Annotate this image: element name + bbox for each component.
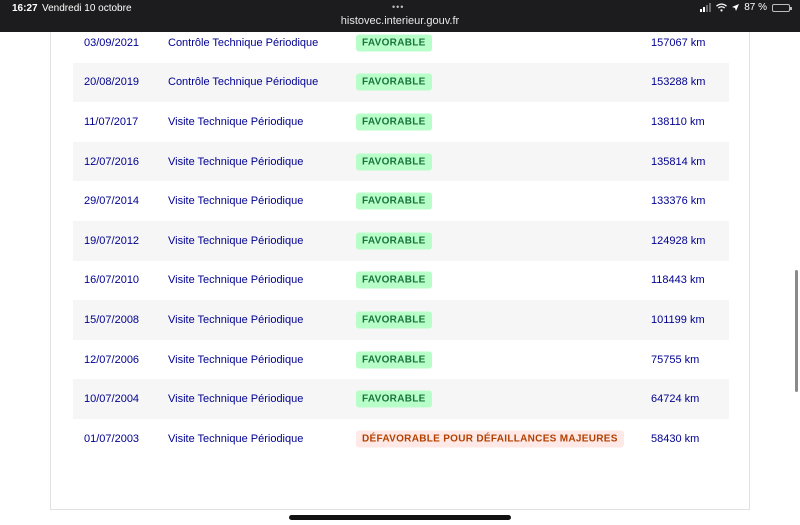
result-cell: FAVORABLE xyxy=(356,153,432,171)
mileage: 135814 km xyxy=(651,155,706,168)
inspection-type: Visite Technique Périodique xyxy=(168,393,304,406)
inspection-type: Visite Technique Périodique xyxy=(168,274,304,287)
result-badge: FAVORABLE xyxy=(356,192,432,210)
home-indicator[interactable] xyxy=(289,515,511,520)
status-time: 16:27 xyxy=(12,3,38,14)
result-cell: FAVORABLE xyxy=(356,232,432,250)
inspection-date: 12/07/2016 xyxy=(84,155,140,168)
table-row: 01/07/2003 Visite Technique Périodique 584… xyxy=(73,419,729,459)
result-cell: FAVORABLE xyxy=(356,311,432,329)
result-cell: FAVORABLE xyxy=(356,113,432,131)
inspection-date: 10/07/2004 xyxy=(84,393,140,406)
table-row: 03/09/2021 Contrôle Technique Périodique 1… xyxy=(73,23,729,63)
signal-icon xyxy=(700,3,712,12)
battery-icon xyxy=(772,3,792,12)
inspection-date: 03/09/2021 xyxy=(84,36,140,49)
inspection-type: Visite Technique Périodique xyxy=(168,195,304,208)
table-row: 19/07/2012 Visite Technique Périodique 124… xyxy=(73,220,729,261)
mileage: 64724 km xyxy=(651,393,700,406)
result-badge: FAVORABLE xyxy=(356,232,432,250)
result-cell: FAVORABLE xyxy=(356,390,432,408)
result-cell: FAVORABLE xyxy=(356,34,432,52)
more-dots-icon[interactable]: ••• xyxy=(392,3,404,12)
result-badge: FAVORABLE xyxy=(356,311,432,329)
table-row: 12/07/2016 Visite Technique Périodique 135… xyxy=(73,141,729,182)
mileage: 118443 km xyxy=(651,274,705,287)
mileage: 101199 km xyxy=(651,313,705,326)
inspection-type: Contrôle Technique Périodique xyxy=(168,36,319,49)
mileage: 58430 km xyxy=(651,432,700,445)
battery-percent: 87 % xyxy=(744,2,767,13)
result-badge: FAVORABLE xyxy=(356,390,432,408)
table-row: 16/07/2010 Visite Technique Périodique 118… xyxy=(73,261,729,301)
mileage: 138110 km xyxy=(651,115,705,128)
result-badge: FAVORABLE xyxy=(356,351,432,369)
result-cell: FAVORABLE xyxy=(356,192,432,210)
scrollbar[interactable] xyxy=(795,270,798,392)
status-date: Vendredi 10 octobre xyxy=(42,3,132,14)
inspection-date: 19/07/2012 xyxy=(84,234,140,247)
inspection-type: Contrôle Technique Périodique xyxy=(168,76,319,89)
inspection-date: 15/07/2008 xyxy=(84,313,140,326)
table-row: 11/07/2017 Visite Technique Périodique 138… xyxy=(73,102,729,142)
inspection-date: 29/07/2014 xyxy=(84,195,140,208)
history-card: 03/09/2021 Contrôle Technique Périodique 1… xyxy=(50,32,750,510)
table-row: 12/07/2006 Visite Technique Périodique 757… xyxy=(73,340,729,380)
inspection-type: Visite Technique Périodique xyxy=(168,155,304,168)
inspection-date: 20/08/2019 xyxy=(84,76,140,89)
result-cell: FAVORABLE xyxy=(356,351,432,369)
inspection-date: 16/07/2010 xyxy=(84,274,140,287)
location-icon xyxy=(732,4,740,11)
result-badge: DÉFAVORABLE POUR DÉFAILLANCES MAJEURES xyxy=(356,430,624,448)
technical-inspection-table: 03/09/2021 Contrôle Technique Périodique 1… xyxy=(73,23,729,459)
inspection-date: 12/07/2006 xyxy=(84,353,140,366)
result-cell: FAVORABLE xyxy=(356,73,432,91)
inspection-type: Visite Technique Périodique xyxy=(168,313,304,326)
result-badge: FAVORABLE xyxy=(356,153,432,171)
inspection-type: Visite Technique Périodique xyxy=(168,432,304,445)
wifi-icon xyxy=(716,3,728,12)
mileage: 157067 km xyxy=(651,36,706,49)
result-badge: FAVORABLE xyxy=(356,34,432,52)
mileage: 133376 km xyxy=(651,195,706,208)
inspection-date: 11/07/2017 xyxy=(84,115,139,128)
status-indicators: 87 % xyxy=(700,2,792,13)
table-row: 20/08/2019 Contrôle Technique Périodique 1… xyxy=(73,62,729,103)
table-row: 10/07/2004 Visite Technique Périodique 647… xyxy=(73,379,729,419)
inspection-type: Visite Technique Périodique xyxy=(168,115,304,128)
table-row: 15/07/2008 Visite Technique Périodique 101… xyxy=(73,300,729,340)
result-badge: FAVORABLE xyxy=(356,113,432,131)
table-row: 29/07/2014 Visite Technique Périodique 133… xyxy=(73,181,729,221)
result-cell: FAVORABLE xyxy=(356,271,432,289)
inspection-type: Visite Technique Périodique xyxy=(168,234,304,247)
mileage: 124928 km xyxy=(651,234,706,247)
inspection-date: 01/07/2003 xyxy=(84,432,140,445)
mileage: 153288 km xyxy=(651,76,706,89)
result-badge: FAVORABLE xyxy=(356,271,432,289)
result-badge: FAVORABLE xyxy=(356,73,432,91)
mileage: 75755 km xyxy=(651,353,700,366)
result-cell: DÉFAVORABLE POUR DÉFAILLANCES MAJEURES xyxy=(356,430,624,448)
inspection-type: Visite Technique Périodique xyxy=(168,353,304,366)
